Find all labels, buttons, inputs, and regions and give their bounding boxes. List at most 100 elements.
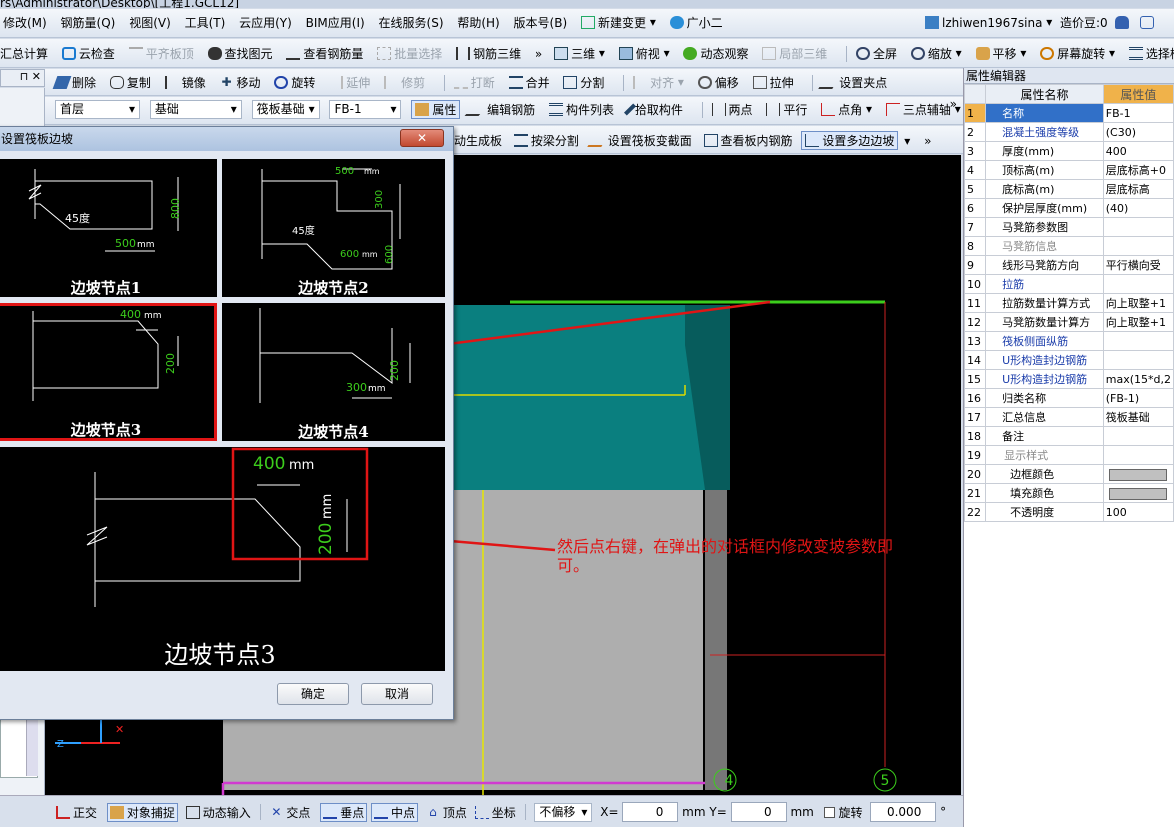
menu-online[interactable]: 在线服务(S) (379, 14, 444, 31)
menu-bim[interactable]: BIM应用(I) (306, 14, 365, 31)
trim-button[interactable]: 修剪 (384, 74, 425, 91)
split-by-beam-button[interactable]: 按梁分割 (513, 132, 579, 149)
more-icon[interactable]: » (950, 97, 957, 111)
prop-value[interactable]: 平行横向受 (1102, 255, 1174, 275)
property-row[interactable]: 21 填充颜色 (963, 483, 1174, 503)
property-row[interactable]: 6 保护层厚度(mm) (40) (963, 198, 1174, 218)
extend-button[interactable]: 延伸 (329, 74, 370, 91)
break-button[interactable]: 打断 (453, 74, 495, 91)
property-row[interactable]: 16 归类名称 (FB-1) (963, 388, 1174, 408)
menu-tools[interactable]: 工具(T) (185, 14, 226, 31)
slope-node-2-tile[interactable]: 500 mm 300 45度 600 600 mm 边坡节点2 (222, 159, 445, 297)
property-row[interactable]: 14 U形构造封边钢筋 (963, 350, 1174, 370)
prop-value[interactable] (1102, 350, 1174, 370)
find-element-button[interactable]: 查找图元 (207, 45, 273, 62)
prop-value[interactable]: (40) (1102, 198, 1174, 218)
slope-node-3-tile[interactable]: 400 mm 200 边坡节点3 (0, 303, 217, 441)
rotate-button[interactable]: 旋转 (274, 74, 315, 91)
edit-rebar-button[interactable]: 编辑钢筋 (464, 101, 535, 118)
property-row[interactable]: 15 U形构造封边钢筋 max(15*d,2 (963, 369, 1174, 389)
pick-component-button[interactable]: 拾取构件 (623, 101, 683, 118)
close-icon[interactable]: ✕ (32, 70, 41, 83)
merge-button[interactable]: 合并 (508, 74, 550, 91)
offset-select[interactable]: 不偏移 ▾ (534, 802, 593, 822)
align-top-button[interactable]: 平齐板顶 (128, 45, 194, 62)
property-row[interactable]: 8 马凳筋信息 (963, 236, 1174, 256)
prop-value[interactable]: 层底标高+0 (1102, 160, 1174, 180)
menu-version[interactable]: 版本号(B) (514, 14, 568, 31)
menu-rebar[interactable]: 钢筋量(Q) (61, 14, 116, 31)
bell-icon[interactable] (1115, 16, 1130, 29)
align-button[interactable]: 对齐 ▾ (633, 74, 684, 91)
snap-toggle[interactable]: 对象捕捉 (106, 802, 178, 822)
local-3d-button[interactable]: 局部三维 (762, 45, 827, 62)
prop-value[interactable]: FB-1 (1102, 103, 1174, 123)
property-row[interactable]: 10 拉筋 (963, 274, 1174, 294)
perpendicular-snap[interactable]: 垂点 (320, 802, 368, 822)
menu-cloud[interactable]: 云应用(Y) (239, 14, 292, 31)
property-row[interactable]: 19 显示样式 (963, 445, 1174, 465)
stretch-button[interactable]: 拉伸 (752, 74, 794, 91)
property-row[interactable]: 22 不透明度 100 (963, 502, 1174, 522)
prop-value[interactable]: (C30) (1102, 122, 1174, 142)
x-input[interactable]: 0 (622, 802, 679, 822)
view-slab-rebar-button[interactable]: 查看板内钢筋 (703, 132, 793, 149)
menu-help[interactable]: 帮助(H) (457, 14, 499, 31)
prop-value[interactable]: 向上取整+1 (1102, 293, 1174, 313)
color-swatch[interactable] (1108, 468, 1167, 481)
menu-assistant[interactable]: 广小二 (669, 14, 723, 31)
cloud-check-button[interactable]: 云检查 (61, 45, 115, 62)
name-select[interactable]: FB-1 ▾ (329, 100, 402, 119)
top-view-button[interactable]: 俯视 ▾ (618, 45, 670, 62)
offset-button[interactable]: 偏移 (697, 74, 739, 91)
prop-value[interactable]: (FB-1) (1102, 388, 1174, 408)
y-input[interactable]: 0 (730, 802, 787, 822)
slope-node-4-tile[interactable]: 300 mm 200 边坡节点4 (222, 303, 445, 441)
select-floor-button[interactable]: 选择楼层 (1128, 45, 1174, 62)
property-row[interactable]: 12 马凳筋数量计算方 向上取整+1 (963, 312, 1174, 332)
vertex-snap[interactable]: ⌂ 顶点 (426, 804, 467, 821)
cancel-button[interactable]: 取消 (361, 683, 433, 705)
ortho-toggle[interactable]: 正交 (56, 804, 97, 821)
rotate-screen-button[interactable]: 屏幕旋转 ▾ (1040, 45, 1115, 62)
orbit-button[interactable]: 动态观察 (683, 45, 748, 62)
dropdown-icon[interactable]: ▾ (904, 134, 910, 148)
properties-button[interactable]: 属性 (411, 100, 461, 119)
rebar-3d-button[interactable]: 钢筋三维 (456, 45, 521, 62)
pin-icon[interactable]: ⊓ (20, 70, 29, 83)
menu-view[interactable]: 视图(V) (129, 14, 171, 31)
point-angle-button[interactable]: 点角 ▾ (821, 101, 872, 118)
prop-value[interactable] (1102, 236, 1174, 256)
property-row[interactable]: 9 线形马凳筋方向 平行横向受 (963, 255, 1174, 275)
midpoint-snap[interactable]: 中点 (371, 802, 419, 822)
parallel-button[interactable]: 平行 (766, 101, 807, 118)
property-row[interactable]: 4 顶标高(m) 层底标高+0 (963, 160, 1174, 180)
prop-value[interactable] (1102, 426, 1174, 446)
fullscreen-button[interactable]: 全屏 (855, 45, 897, 62)
floor-select[interactable]: 首层 ▾ (55, 100, 140, 119)
copy-button[interactable]: 复制 (109, 74, 151, 91)
property-row[interactable]: 3 厚度(mm) 400 (963, 141, 1174, 161)
multi-edge-slope-button[interactable]: 设置多边边坡 (801, 131, 899, 150)
color-swatch[interactable] (1108, 487, 1167, 500)
category-select[interactable]: 基础 ▾ (149, 100, 242, 119)
left-panel-scrollbar[interactable] (26, 720, 38, 776)
prop-value[interactable]: 400 (1102, 141, 1174, 161)
move-button[interactable]: ✚ 移动 (220, 74, 261, 91)
menu-new-change[interactable]: 新建变更 ▾ (580, 14, 656, 31)
dynamic-input-toggle[interactable]: 动态输入 (185, 804, 251, 821)
pan-button[interactable]: 平移 ▾ (975, 45, 1026, 62)
batch-select-button[interactable]: 批量选择 (377, 45, 442, 62)
property-row[interactable]: 2 混凝土强度等级 (C30) (963, 122, 1174, 142)
component-list-button[interactable]: 构件列表 (549, 101, 614, 118)
variable-section-button[interactable]: 设置筏板变截面 (586, 132, 692, 149)
auto-gen-slab-button[interactable]: 动生成板 (454, 132, 502, 149)
prop-value[interactable] (1102, 483, 1174, 503)
property-row[interactable]: 7 马凳筋参数图 (963, 217, 1174, 237)
user-name[interactable]: lzhiwen1967sina (942, 16, 1042, 30)
coordinate-snap[interactable]: 坐标 (474, 804, 516, 821)
property-row[interactable]: 18 备注 (963, 426, 1174, 446)
prop-value[interactable] (1102, 331, 1174, 351)
property-row[interactable]: 13 筏板侧面纵筋 (963, 331, 1174, 351)
prop-value[interactable]: 向上取整+1 (1102, 312, 1174, 332)
